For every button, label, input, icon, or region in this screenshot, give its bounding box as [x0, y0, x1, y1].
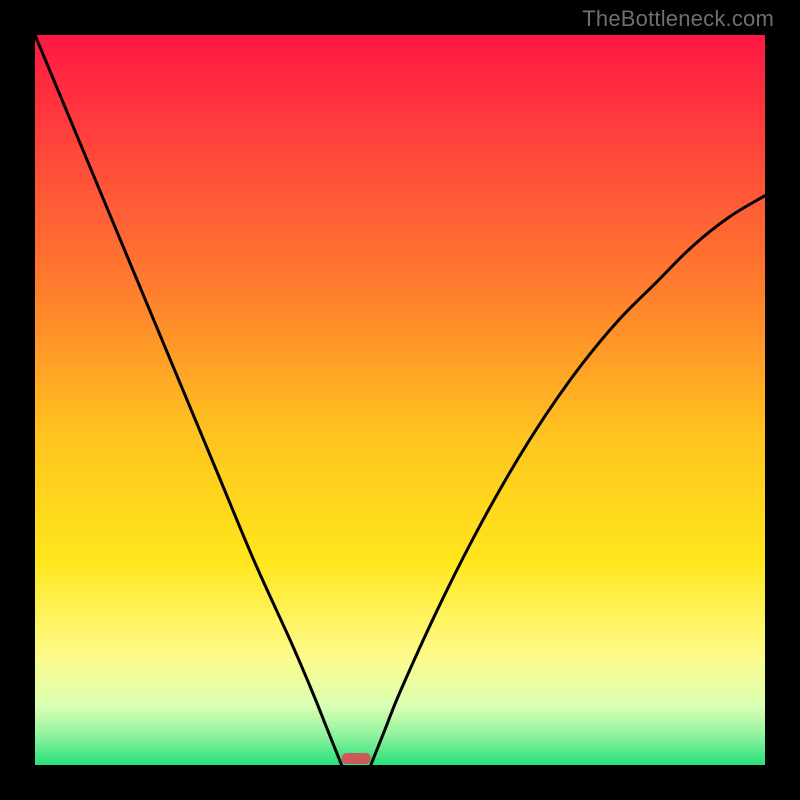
watermark-text: TheBottleneck.com [582, 6, 774, 32]
gradient-background [35, 35, 765, 765]
chart-svg [35, 35, 765, 765]
dip-marker [342, 753, 371, 764]
chart-frame: TheBottleneck.com [0, 0, 800, 800]
plot-area [35, 35, 765, 765]
